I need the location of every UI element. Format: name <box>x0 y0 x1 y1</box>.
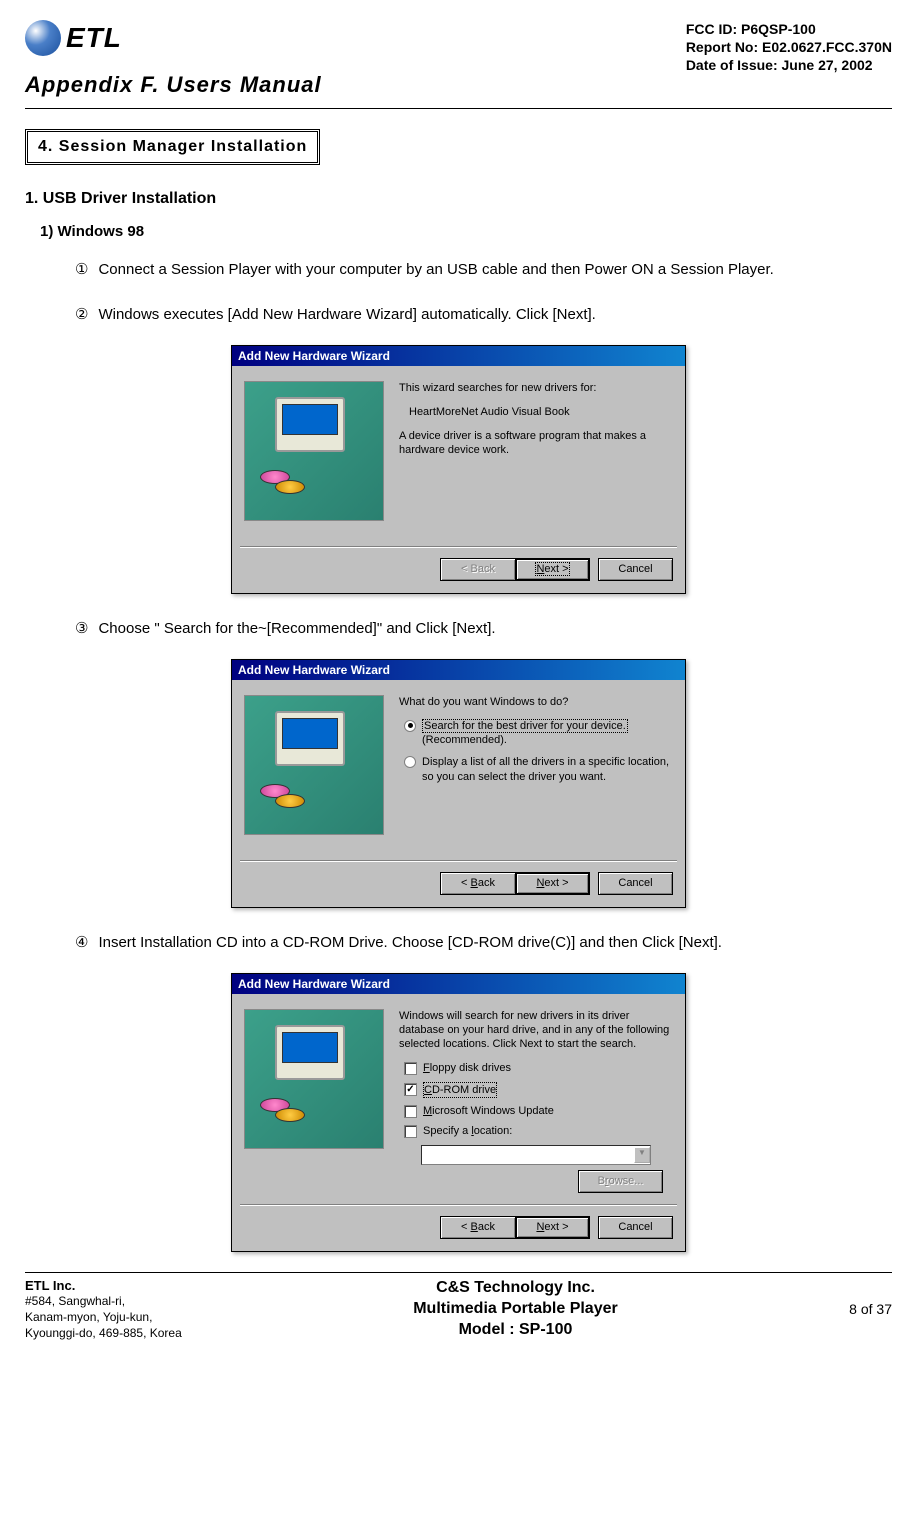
header-divider <box>25 108 892 109</box>
page-number: 8 of 37 <box>849 1301 892 1317</box>
appendix-title: Appendix F. Users Manual <box>25 72 892 98</box>
wizard-illustration-icon <box>244 381 384 521</box>
footer-center: C&S Technology Inc. Multimedia Portable … <box>413 1278 618 1340</box>
dropdown-icon: ▼ <box>634 1147 650 1163</box>
report-no: Report No: E02.0627.FCC.370N <box>686 38 892 56</box>
radio-recommended-label: Search for the best driver for your devi… <box>422 719 673 748</box>
logo: ETL <box>25 20 122 56</box>
checkbox-checked-icon: ✓ <box>404 1083 417 1096</box>
step-3-marker: ③ <box>75 614 88 644</box>
step-3-text: Choose " Search for the~[Recommended]" a… <box>98 614 862 644</box>
step-2-marker: ② <box>75 300 88 330</box>
wizard-1-body: This wizard searches for new drivers for… <box>232 366 685 546</box>
radio-recommended[interactable]: Search for the best driver for your devi… <box>404 719 673 748</box>
radio-selected-icon <box>404 720 416 732</box>
checkbox-specify[interactable]: Specify a location: <box>404 1124 673 1138</box>
logo-swirl-icon <box>25 20 61 56</box>
footer-left: ETL Inc. #584, Sangwhal-ri, Kanam-myon, … <box>25 1278 182 1342</box>
wizard-2-prompt: What do you want Windows to do? <box>399 695 673 709</box>
next-button[interactable]: Next > <box>515 1216 590 1239</box>
wizard-3: Add New Hardware Wizard Windows will sea… <box>231 973 686 1252</box>
browse-button: Browse... <box>578 1170 663 1193</box>
wizard-1-buttons: < Back Next > Cancel <box>232 548 685 593</box>
step-1-text: Connect a Session Player with your compu… <box>98 255 862 285</box>
back-button[interactable]: < Back <box>440 872 515 895</box>
wizard-3-title: Add New Hardware Wizard <box>232 974 685 994</box>
checkbox-unchecked-icon <box>404 1105 417 1118</box>
footer-c1: C&S Technology Inc. <box>413 1278 618 1299</box>
opt1b: (Recommended). <box>422 734 507 746</box>
cancel-button[interactable]: Cancel <box>598 872 673 895</box>
wizard-1-content: This wizard searches for new drivers for… <box>399 381 673 536</box>
checkbox-specify-label: Specify a location: <box>423 1124 512 1138</box>
page-header: ETL FCC ID: P6QSP-100 Report No: E02.062… <box>25 20 892 75</box>
windows-98-heading: 1) Windows 98 <box>40 223 892 240</box>
next-button[interactable]: Next > <box>515 872 590 895</box>
next-button[interactable]: Next > <box>515 558 590 581</box>
radio-display-list-label: Display a list of all the drivers in a s… <box>422 755 673 784</box>
wizard-2-buttons: < Back Next > Cancel <box>232 862 685 907</box>
back-button: < Back <box>440 558 515 581</box>
header-meta: FCC ID: P6QSP-100 Report No: E02.0627.FC… <box>686 20 892 75</box>
wizard-3-buttons: < Back Next > Cancel <box>232 1206 685 1251</box>
footer-company: ETL Inc. <box>25 1278 182 1295</box>
checkbox-floppy[interactable]: Floppy disk drives <box>404 1061 673 1075</box>
footer-addr1: #584, Sangwhal-ri, <box>25 1294 182 1310</box>
checkbox-cdrom-label: CD-ROM drive <box>423 1082 497 1098</box>
wizard-1-wrapper: Add New Hardware Wizard This wizard sear… <box>25 345 892 594</box>
wizard-2-title: Add New Hardware Wizard <box>232 660 685 680</box>
fcc-id: FCC ID: P6QSP-100 <box>686 20 892 38</box>
checkbox-windows-update-label: Microsoft Windows Update <box>423 1104 554 1118</box>
issue-date: Date of Issue: June 27, 2002 <box>686 56 892 74</box>
step-3: ③ Choose " Search for the~[Recommended]"… <box>75 614 862 644</box>
wizard-illustration-icon <box>244 695 384 835</box>
location-input[interactable]: ▼ <box>421 1145 651 1165</box>
wizard-2-body: What do you want Windows to do? Search f… <box>232 680 685 860</box>
radio-unselected-icon <box>404 756 416 768</box>
checkbox-unchecked-icon <box>404 1125 417 1138</box>
back-button[interactable]: < Back <box>440 1216 515 1239</box>
footer-addr3: Kyounggi-do, 469-885, Korea <box>25 1326 182 1342</box>
cancel-button[interactable]: Cancel <box>598 1216 673 1239</box>
step-4-text: Insert Installation CD into a CD-ROM Dri… <box>98 928 862 958</box>
page-footer: ETL Inc. #584, Sangwhal-ri, Kanam-myon, … <box>25 1272 892 1342</box>
footer-c3: Model : SP-100 <box>413 1320 618 1341</box>
wizard-2-content: What do you want Windows to do? Search f… <box>399 695 673 850</box>
section-heading: 4. Session Manager Installation <box>25 129 320 165</box>
wizard-1-p1: This wizard searches for new drivers for… <box>399 381 673 395</box>
wizard-2-wrapper: Add New Hardware Wizard What do you want… <box>25 659 892 908</box>
wizard-3-body: Windows will search for new drivers in i… <box>232 994 685 1204</box>
step-1-marker: ① <box>75 255 88 285</box>
cancel-button[interactable]: Cancel <box>598 558 673 581</box>
checkbox-cdrom[interactable]: ✓ CD-ROM drive <box>404 1082 673 1098</box>
wizard-1-p3: A device driver is a software program th… <box>399 429 673 458</box>
step-4: ④ Insert Installation CD into a CD-ROM D… <box>75 928 862 958</box>
footer-addr2: Kanam-myon, Yoju-kun, <box>25 1310 182 1326</box>
wizard-2: Add New Hardware Wizard What do you want… <box>231 659 686 908</box>
checkbox-floppy-label: Floppy disk drives <box>423 1061 511 1075</box>
usb-driver-heading: 1. USB Driver Installation <box>25 190 892 208</box>
step-1: ① Connect a Session Player with your com… <box>75 255 862 285</box>
wizard-3-wrapper: Add New Hardware Wizard Windows will sea… <box>25 973 892 1252</box>
wizard-1-device: HeartMoreNet Audio Visual Book <box>409 405 673 419</box>
wizard-1-title: Add New Hardware Wizard <box>232 346 685 366</box>
opt1a: Search for the best driver for your devi… <box>424 720 626 732</box>
wizard-1: Add New Hardware Wizard This wizard sear… <box>231 345 686 594</box>
step-2: ② Windows executes [Add New Hardware Wiz… <box>75 300 862 330</box>
checkbox-unchecked-icon <box>404 1062 417 1075</box>
wizard-3-content: Windows will search for new drivers in i… <box>399 1009 673 1194</box>
step-4-marker: ④ <box>75 928 88 958</box>
radio-display-list[interactable]: Display a list of all the drivers in a s… <box>404 755 673 784</box>
logo-text: ETL <box>66 22 122 54</box>
wizard-3-intro: Windows will search for new drivers in i… <box>399 1009 673 1052</box>
footer-c2: Multimedia Portable Player <box>413 1299 618 1320</box>
step-2-text: Windows executes [Add New Hardware Wizar… <box>98 300 862 330</box>
wizard-illustration-icon <box>244 1009 384 1149</box>
checkbox-windows-update[interactable]: Microsoft Windows Update <box>404 1104 673 1118</box>
